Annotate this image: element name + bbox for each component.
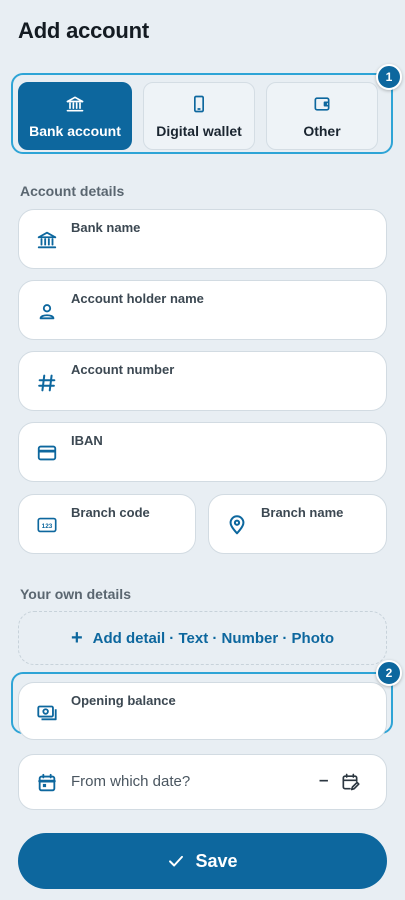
- calendar-edit-icon[interactable]: [340, 772, 360, 792]
- type-label: Other: [303, 122, 341, 139]
- plus-icon: +: [70, 627, 83, 649]
- date-value: –: [319, 770, 329, 789]
- type-label: Digital wallet: [156, 122, 242, 139]
- save-label: Save: [195, 850, 238, 871]
- wallet-icon: [314, 96, 330, 111]
- type-digital-wallet-button[interactable]: Digital wallet: [143, 82, 255, 150]
- save-button[interactable]: Save: [18, 833, 387, 889]
- numeric-123-icon: 123: [37, 517, 57, 533]
- step-badge-2: 2: [376, 660, 402, 686]
- hash-icon: [38, 374, 56, 392]
- iban-field[interactable]: IBAN: [18, 422, 387, 482]
- branch-name-field[interactable]: Branch name: [208, 494, 387, 554]
- account-holder-name-label: Account holder name: [71, 291, 204, 306]
- add-detail-button[interactable]: + Add detail · Text · Number · Photo: [18, 611, 387, 665]
- account-holder-name-field[interactable]: Account holder name: [18, 280, 387, 340]
- from-date-placeholder: From which date?: [71, 773, 191, 790]
- location-pin-icon: [229, 515, 245, 535]
- phone-icon: [194, 95, 204, 112]
- type-label: Bank account: [29, 122, 121, 139]
- account-number-label: Account number: [71, 362, 175, 377]
- branch-name-label: Branch name: [261, 505, 344, 520]
- add-account-screen: Add account Bank account Digital wallet …: [0, 0, 405, 900]
- bank-name-field[interactable]: Bank name: [18, 209, 387, 269]
- own-details-label: Your own details: [20, 586, 131, 602]
- bank-icon: [66, 96, 84, 111]
- opening-balance-field[interactable]: Opening balance: [18, 682, 387, 740]
- svg-text:123: 123: [42, 523, 53, 530]
- check-icon: [169, 855, 184, 867]
- person-icon: [39, 304, 55, 320]
- cash-icon: [37, 705, 57, 721]
- type-bank-account-button[interactable]: Bank account: [18, 82, 132, 150]
- bank-icon: [37, 231, 57, 249]
- type-other-button[interactable]: Other: [266, 82, 378, 150]
- bank-name-label: Bank name: [71, 220, 141, 235]
- account-details-label: Account details: [20, 183, 125, 199]
- calendar-icon: [38, 773, 56, 792]
- iban-label: IBAN: [71, 433, 103, 448]
- branch-code-field[interactable]: 123 Branch code: [18, 494, 196, 554]
- account-type-selector: Bank account Digital wallet Other: [11, 73, 393, 154]
- add-detail-label: Add detail · Text · Number · Photo: [92, 629, 335, 647]
- opening-balance-label: Opening balance: [71, 693, 176, 708]
- page-title: Add account: [18, 18, 150, 43]
- step-badge-1: 1: [376, 64, 402, 90]
- card-icon: [37, 445, 57, 461]
- from-date-field[interactable]: From which date? –: [18, 754, 387, 810]
- branch-code-label: Branch code: [71, 505, 150, 520]
- account-number-field[interactable]: Account number: [18, 351, 387, 411]
